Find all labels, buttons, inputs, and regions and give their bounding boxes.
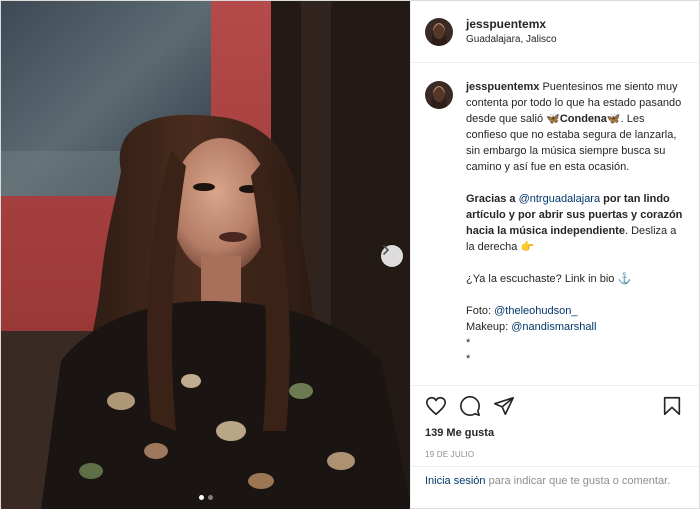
heart-icon [426,396,446,416]
caption-avatar[interactable] [425,81,453,109]
login-prompt: Inicia sesión para indicar que te gusta … [411,466,699,509]
photo-credit-label: Foto: [466,305,495,317]
comments-section: jesspuentemx Puentesinos me siento muy c… [411,63,699,385]
login-link[interactable]: Inicia sesión [425,475,486,487]
makeup-credit-label: Makeup: [466,321,512,333]
bookmark-icon [663,396,681,416]
login-prompt-text: para indicar que te gusta o comentar. [485,475,671,487]
next-photo-button[interactable] [381,245,403,267]
pointing-hand-icon: 👉 [520,241,535,253]
username[interactable]: jesspuentemx [466,16,557,32]
question-text: ¿Ya la escuchaste? Link in bio [466,273,618,285]
instagram-post: jesspuentemx Guadalajara, Jalisco jesspu… [0,0,700,509]
avatar[interactable] [425,17,453,46]
chevron-right-icon [383,245,389,255]
post-caption: jesspuentemx Puentesinos me siento muy c… [466,79,685,385]
likes-count[interactable]: 139 Me gusta [425,426,685,440]
post-actions: 139 Me gusta 19 DE JULIO [411,385,699,459]
share-button[interactable] [493,394,517,418]
carousel-indicator [1,495,410,500]
mention-nandismarshall[interactable]: @nandismarshall [511,321,596,333]
mention-ntrguadalajara[interactable]: @ntrguadalajara [519,193,601,205]
caption-asterisk: * [466,337,471,349]
share-icon [494,396,514,416]
comment-icon [460,396,480,416]
song-title: Condena [559,113,607,125]
post-side-panel: jesspuentemx Guadalajara, Jalisco jesspu… [410,1,699,509]
caption-author[interactable]: jesspuentemx [466,81,539,93]
comment-button[interactable] [459,394,483,418]
anchor-icon: ⚓ [617,273,632,285]
location[interactable]: Guadalajara, Jalisco [466,32,557,48]
post-photo[interactable] [1,1,410,509]
like-button[interactable] [425,394,449,418]
save-button[interactable] [661,394,685,418]
mention-theleohudson[interactable]: @theleohudson_ [494,305,577,317]
thanks-text: Gracias a [466,193,519,205]
post-header: jesspuentemx Guadalajara, Jalisco [411,1,699,63]
caption-asterisk: * [466,353,471,365]
carousel-dot-active [198,495,204,500]
butterfly-icon: 🦋 [606,113,621,125]
carousel-dot [207,495,213,500]
portrait-image [1,1,410,509]
butterfly-icon: 🦋 [546,113,560,125]
post-date[interactable]: 19 DE JULIO [425,450,685,459]
